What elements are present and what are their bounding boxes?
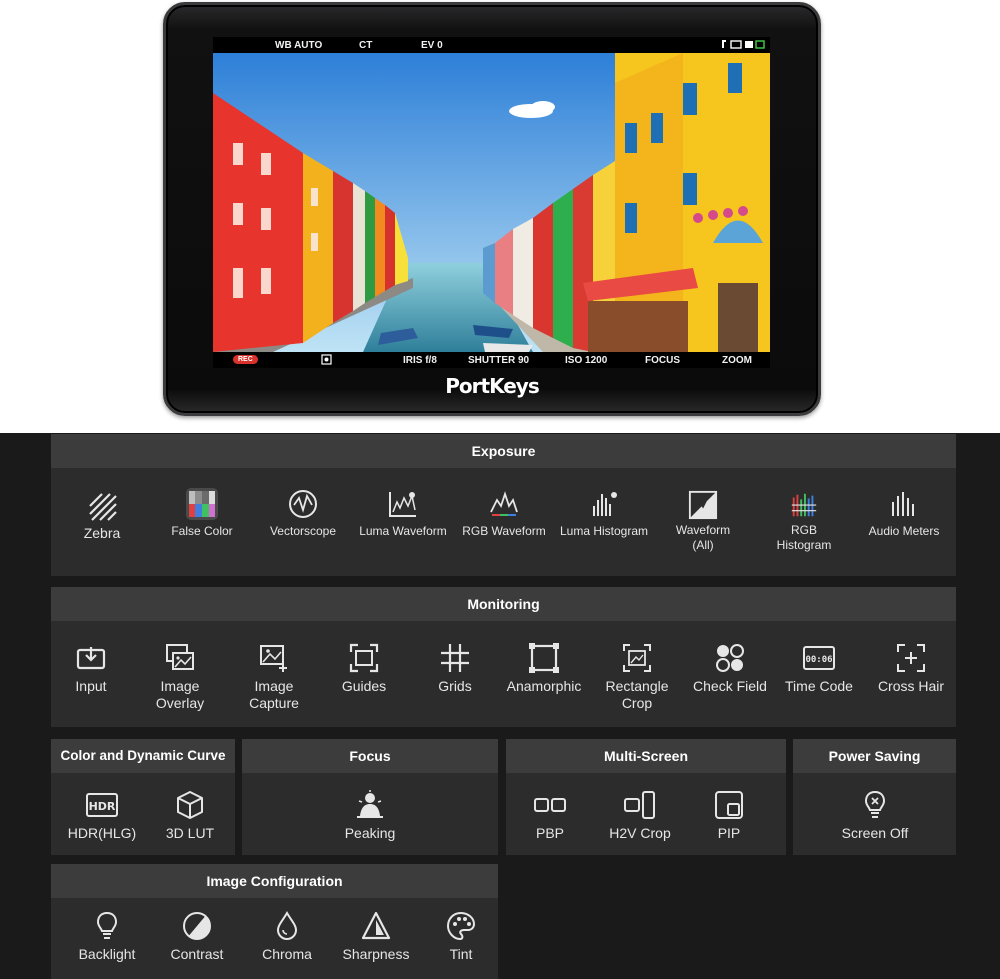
rectangle-crop-icon [623,644,651,672]
check-field-icon [716,644,744,672]
pip-icon [715,791,743,819]
luma-histogram-icon [593,492,617,516]
focus-panel: Focus Peaking [242,739,498,855]
svg-text:00:06: 00:06 [805,655,832,665]
image-config-item-contrast[interactable]: Contrast [159,910,235,963]
monitoring-item-image-overlay[interactable]: Image Overlay [145,642,215,712]
chroma-icon [276,910,298,940]
exposure-item-audio-meters[interactable]: Audio Meters [861,488,947,539]
osd-focus: FOCUS [645,355,680,366]
image-config-item-sharpness[interactable]: Sharpness [333,910,419,963]
image-capture-icon [260,645,287,672]
multiscreen-panel: Multi-Screen PBP H2V Crop PIP [506,739,786,855]
exposure-item-zebra[interactable]: Zebra [71,490,133,541]
vectorscope-icon [289,490,317,518]
h2v-crop-icon [624,791,655,819]
osd-iso: ISO 1200 [565,355,608,366]
exposure-item-false-color[interactable]: False Color [161,488,243,539]
focus-title: Focus [242,739,498,773]
osd-ev: EV 0 [421,40,443,51]
osd-wb: WB AUTO [275,40,323,51]
exposure-item-luma-waveform[interactable]: Luma Waveform [353,488,453,539]
grids-icon [441,644,469,672]
zebra-icon [89,493,117,521]
camera-feed-image [213,53,770,352]
monitoring-item-guides[interactable]: Guides [329,642,399,695]
guides-icon [349,643,379,673]
input-icon [76,647,106,670]
image-config-title: Image Configuration [51,864,498,898]
osd-top-bar: WB AUTO CT EV 0 [213,37,770,53]
sharpness-icon [361,911,391,940]
exposure-item-waveform-all[interactable]: Waveform (All) [663,490,743,553]
multiscreen-item-pip[interactable]: PIP [698,789,760,842]
image-overlay-icon [166,644,194,670]
color-curve-title: Color and Dynamic Curve [51,739,235,773]
exposure-item-vectorscope[interactable]: Vectorscope [263,488,343,539]
power-panel: Power Saving Screen Off [793,739,956,855]
exposure-item-luma-histogram[interactable]: Luma Histogram [554,488,654,539]
osd-shutter: SHUTTER 90 [468,355,530,366]
audio-meters-icon [892,492,914,516]
product-photo: WB AUTO CT EV 0 REC IRIS f/8 SHUTTER 90 … [0,0,1000,433]
exposure-item-rgb-histogram[interactable]: RGB Histogram [759,490,849,553]
rgb-waveform-icon [490,491,518,516]
cube-icon [177,791,203,819]
waveform-all-icon [688,490,718,520]
color-curve-panel: Color and Dynamic Curve HDR HDR(HLG) 3D … [51,739,235,855]
monitoring-item-image-capture[interactable]: Image Capture [239,642,309,712]
monitoring-item-time-code[interactable]: 00:06 Time Code [779,642,859,695]
color-item-hdr[interactable]: HDR HDR(HLG) [59,789,145,842]
power-item-screen-off[interactable]: Screen Off [823,789,927,842]
multiscreen-item-pbp[interactable]: PBP [518,789,582,842]
multiscreen-item-h2v-crop[interactable]: H2V Crop [598,789,682,842]
monitoring-item-grids[interactable]: Grids [421,642,489,695]
image-config-panel: Image Configuration Backlight Contrast C… [51,864,498,979]
time-code-icon: 00:06 [803,646,835,670]
osd-ct: CT [359,40,373,51]
power-title: Power Saving [793,739,956,773]
svg-text:HDR: HDR [89,800,116,813]
pbp-icon [534,798,566,812]
osd-zoom: ZOOM [722,355,752,366]
monitoring-item-anamorphic[interactable]: Anamorphic [499,642,589,695]
exposure-title: Exposure [51,434,956,468]
exposure-panel: Exposure Zebra False Color Vectorscope L… [51,434,956,576]
exposure-item-rgb-waveform[interactable]: RGB Waveform [456,488,552,539]
backlight-icon [96,911,118,939]
rec-badge[interactable]: REC [233,355,258,364]
monitoring-item-input[interactable]: Input [61,642,121,695]
osd-bottom-bar: REC IRIS f/8 SHUTTER 90 ISO 1200 FOCUS Z… [213,352,770,368]
tint-icon [446,911,476,941]
luma-waveform-icon [389,492,416,517]
hdr-icon: HDR [86,793,118,817]
image-config-item-chroma[interactable]: Chroma [249,910,325,963]
camera-settings-icon [321,354,332,365]
monitoring-item-cross-hair[interactable]: Cross Hair [871,642,951,695]
cross-hair-icon [897,644,925,672]
brand-logo: PortKeys [445,374,539,398]
contrast-icon [183,912,211,940]
image-config-item-tint[interactable]: Tint [429,910,493,963]
focus-item-peaking[interactable]: Peaking [320,789,420,842]
screen-off-icon [864,790,886,818]
false-color-icon [186,488,218,520]
monitoring-title: Monitoring [51,587,956,621]
image-config-item-backlight[interactable]: Backlight [69,910,145,963]
peaking-icon [357,790,383,818]
color-item-3d-lut[interactable]: 3D LUT [151,789,229,842]
monitoring-panel: Monitoring Input Image Overlay Image Cap… [51,587,956,727]
status-icons [721,38,767,50]
multiscreen-title: Multi-Screen [506,739,786,773]
rgb-histogram-icon [791,493,817,517]
osd-iris: IRIS f/8 [403,355,437,366]
monitoring-item-check-field[interactable]: Check Field [687,642,773,695]
anamorphic-icon [529,643,559,673]
monitoring-item-rectangle-crop[interactable]: Rectangle Crop [599,642,675,712]
monitor-screen: WB AUTO CT EV 0 REC IRIS f/8 SHUTTER 90 … [213,37,770,368]
